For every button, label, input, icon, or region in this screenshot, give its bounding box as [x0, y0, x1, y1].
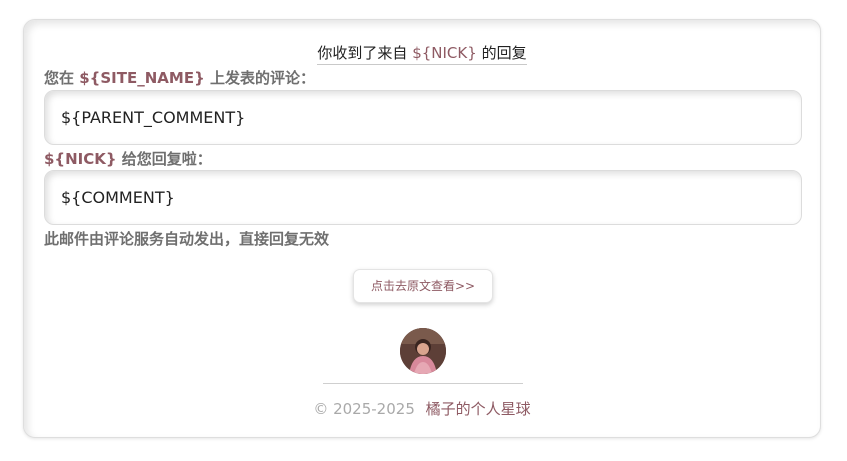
parent-comment-text: ${PARENT_COMMENT}	[61, 108, 246, 127]
site-name: ${SITE_NAME}	[79, 69, 205, 87]
reply-nick: ${NICK}	[44, 150, 117, 168]
avatar	[400, 328, 446, 374]
footer: © 2025-2025 橘子的个人星球	[24, 398, 820, 419]
parent-comment-box: ${PARENT_COMMENT}	[44, 90, 802, 145]
view-original-button[interactable]: 点击去原文查看>>	[353, 269, 493, 303]
reply-comment-text: ${COMMENT}	[61, 188, 175, 207]
email-title-underline: 你收到了来自 ${NICK} 的回复	[317, 42, 527, 65]
avatar-image	[400, 328, 446, 374]
parent-comment-label: 您在 ${SITE_NAME} 上发表的评论：	[44, 67, 315, 88]
email-card: 你收到了来自 ${NICK} 的回复 您在 ${SITE_NAME} 上发表的评…	[23, 19, 821, 438]
email-title: 你收到了来自 ${NICK} 的回复	[24, 42, 820, 65]
parent-label-suffix: 上发表的评论：	[209, 69, 315, 87]
site-link[interactable]: 橘子的个人星球	[426, 400, 531, 418]
reply-comment-label: ${NICK} 给您回复啦：	[44, 148, 212, 169]
parent-label-prefix: 您在	[44, 69, 75, 87]
copyright-text: © 2025-2025	[313, 400, 415, 418]
title-suffix: 的回复	[481, 44, 527, 62]
title-nick: ${NICK}	[412, 44, 477, 62]
reply-label-suffix: 给您回复啦：	[121, 150, 212, 168]
footer-divider	[323, 383, 523, 384]
auto-email-notice: 此邮件由评论服务自动发出，直接回复无效	[44, 230, 330, 248]
reply-comment-box: ${COMMENT}	[44, 170, 802, 225]
title-prefix: 你收到了来自	[317, 44, 408, 62]
